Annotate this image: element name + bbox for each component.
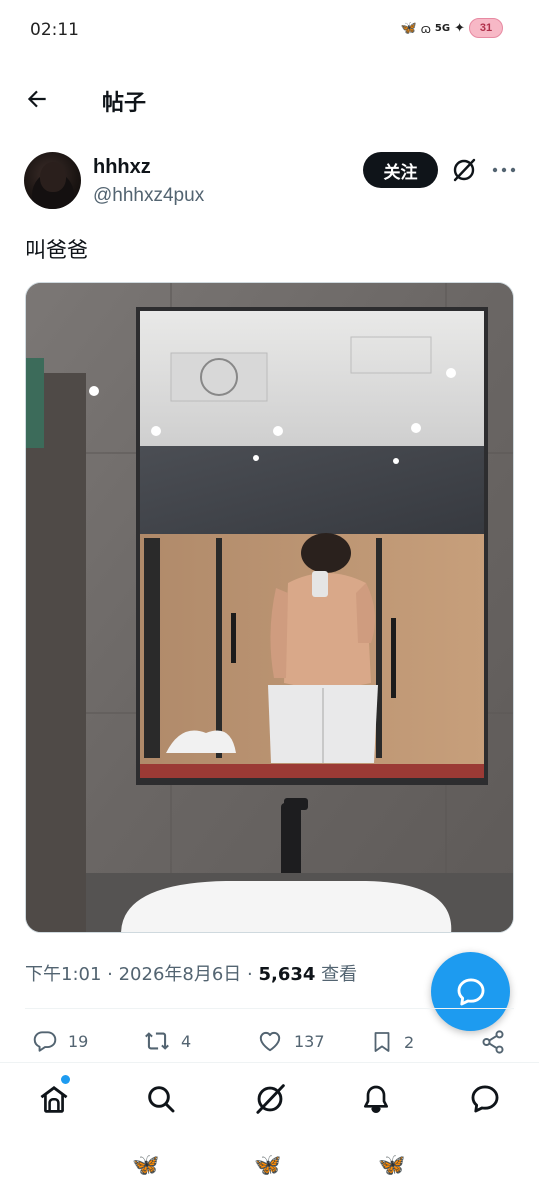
nav-home[interactable] [36,1075,72,1117]
repost-count: 4 [181,1031,192,1051]
like-count: 137 [294,1031,325,1051]
divider [25,1008,514,1009]
bookmark-button[interactable]: 2 [370,1028,414,1056]
more-dots-icon [492,167,516,173]
post-media-image[interactable] [25,282,514,933]
repost-icon [145,1032,169,1050]
repost-button[interactable]: 4 [143,1028,191,1054]
nav-search[interactable] [143,1081,179,1117]
back-button[interactable] [22,84,52,114]
grok-icon [453,158,476,182]
grok-icon [256,1084,285,1114]
reply-count: 19 [68,1031,89,1051]
heart-icon [259,1031,281,1052]
messages-icon [471,1085,499,1113]
bookmark-icon [374,1032,390,1052]
battery-indicator: 31 [469,18,503,38]
floating-reply-button[interactable] [431,952,510,1031]
post-meta: 下午1:01 · 2026年8月6日 · 5,634 查看 [25,960,357,986]
butterfly-icon[interactable]: 🦋 [254,1152,281,1178]
post-actions: 19 4 137 2 [0,1028,539,1060]
post-text: 叫爸爸 [25,238,88,262]
mirror-selfie-photo [26,283,513,932]
avatar[interactable] [24,152,81,209]
alarm-icon: ɷ [420,20,431,36]
post-author: hhhxz @hhhxz4pux 关注 [24,152,524,212]
notification-dot [61,1075,70,1084]
reply-button[interactable]: 19 [32,1028,88,1054]
status-icons: 🦋 ɷ 5G ✦ 31 [401,18,503,38]
search-icon [148,1086,175,1113]
status-time: 02:11 [30,20,79,40]
author-display-name[interactable]: hhhxz [93,156,151,179]
notification-icon: 🦋 [400,20,417,35]
share-icon [482,1030,504,1054]
share-button[interactable] [480,1028,506,1056]
post-datetime: 下午1:01 · 2026年8月6日 · [25,964,259,985]
status-bar: 02:11 🦋 ɷ 5G ✦ 31 [0,0,539,60]
author-handle[interactable]: @hhhxz4pux [93,185,204,207]
bookmark-count: 2 [404,1032,415,1052]
nav-notifications[interactable] [358,1081,394,1117]
nav-grok[interactable] [252,1081,288,1117]
chat-bubble-icon [457,978,484,1005]
nav-messages[interactable] [467,1081,503,1117]
bottom-navigation [0,1062,539,1136]
more-options-button[interactable] [490,156,518,184]
follow-button[interactable]: 关注 [363,152,438,188]
views-label: 查看 [315,964,358,985]
like-button[interactable]: 137 [256,1028,325,1054]
page-title: 帖子 [102,91,147,116]
top-bar: 帖子 [0,72,539,126]
home-icon [40,1085,68,1113]
butterfly-icon[interactable]: 🦋 [378,1152,405,1178]
grok-button[interactable] [450,156,478,184]
views-count: 5,634 [258,964,316,985]
system-navigation-bar: 🦋 🦋 🦋 [0,1140,539,1200]
reply-icon [33,1031,57,1052]
notifications-icon [364,1085,388,1113]
back-arrow-icon [27,90,46,108]
signal-icon: ✦ [454,20,465,35]
network-indicator: 5G [434,22,451,34]
butterfly-icon[interactable]: 🦋 [132,1152,159,1178]
